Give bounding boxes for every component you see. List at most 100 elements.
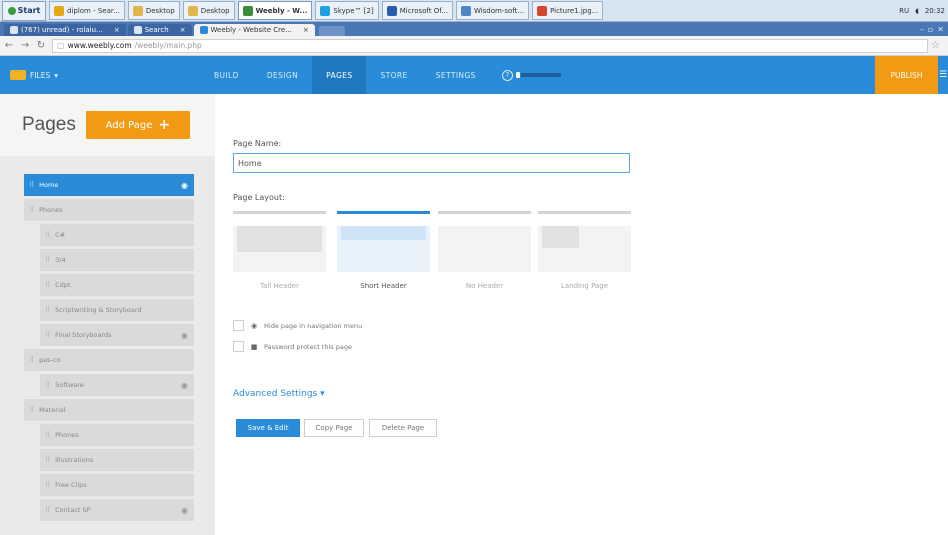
clock[interactable]: 20:32 bbox=[925, 7, 945, 15]
page-list-item[interactable]: ⠿ Free Clips bbox=[40, 474, 194, 496]
drag-handle-icon[interactable]: ⠿ bbox=[45, 281, 50, 289]
page-settings-icon[interactable]: ◉ bbox=[181, 331, 188, 340]
tab-store[interactable]: STORE bbox=[366, 56, 421, 94]
page-settings-icon[interactable]: ◉ bbox=[181, 381, 188, 390]
url-input[interactable]: ▢ www.weebly.com/weebly/main.php bbox=[52, 38, 928, 53]
page-list-item[interactable]: ⠿ pas-co bbox=[24, 349, 194, 371]
drag-handle-icon[interactable]: ⠿ bbox=[45, 481, 50, 489]
tab-design[interactable]: DESIGN bbox=[253, 56, 312, 94]
page-list-item[interactable]: ⠿ Final Storyboards ◉ bbox=[40, 324, 194, 346]
drag-handle-icon[interactable]: ⠿ bbox=[45, 231, 50, 239]
forward-arrow-icon[interactable]: → bbox=[20, 40, 30, 51]
tab-pages[interactable]: PAGES bbox=[312, 56, 367, 94]
drag-handle-icon[interactable]: ⠿ bbox=[29, 356, 34, 364]
browser-tab[interactable]: (767) unread) - rolaiu... × bbox=[4, 24, 126, 36]
page-list-item[interactable]: ⠿ Scriptwriting & Storyboard bbox=[40, 299, 194, 321]
favicon-icon bbox=[10, 26, 18, 34]
drag-handle-icon[interactable]: ⠿ bbox=[45, 431, 50, 439]
hide-page-option[interactable]: ◉ Hide page in navigation menu bbox=[233, 320, 362, 331]
browser-tab[interactable]: Weebly - Website Cre... × bbox=[193, 24, 315, 36]
editor-nav-bar: FILES ▾ BUILD DESIGN PAGES STORE SETTINGS ? … bbox=[0, 56, 948, 94]
page-list-item-label: Contact SP bbox=[55, 506, 91, 514]
page-list-item[interactable]: ⠿ C# bbox=[40, 224, 194, 246]
page-list-item[interactable]: ⠿ Cdpt bbox=[40, 274, 194, 296]
layout-option-tall-header[interactable] bbox=[233, 211, 326, 274]
close-tab-icon[interactable]: × bbox=[303, 26, 309, 34]
layout-option-label: Tall Header bbox=[259, 282, 299, 290]
back-arrow-icon[interactable]: ← bbox=[4, 40, 14, 51]
drag-handle-icon[interactable]: ⠿ bbox=[45, 256, 50, 264]
help-icon[interactable]: ? bbox=[501, 69, 513, 81]
taskbar-item[interactable]: Desktop bbox=[127, 1, 180, 20]
close-window-icon[interactable]: ✕ bbox=[937, 25, 944, 34]
password-option[interactable]: ■ Password protect this page bbox=[233, 341, 352, 352]
reload-icon[interactable]: ↻ bbox=[36, 40, 46, 51]
add-page-button[interactable]: Add Page + bbox=[85, 111, 190, 139]
advanced-settings-link[interactable]: Advanced Settings ▾ bbox=[233, 389, 325, 399]
sidebar-header: Pages Add Page + bbox=[0, 94, 215, 156]
page-list-item[interactable]: ⠿ Phones bbox=[40, 424, 194, 446]
layout-option-short-header[interactable] bbox=[337, 211, 430, 274]
hamburger-menu-icon[interactable]: ☰ bbox=[938, 56, 948, 94]
browser-tab[interactable]: Search × bbox=[127, 24, 192, 36]
chevron-down-icon: ▾ bbox=[54, 70, 58, 80]
close-tab-icon[interactable]: × bbox=[114, 26, 120, 34]
layout-option-label: No Header bbox=[465, 282, 504, 290]
taskbar-item[interactable]: Picture1.jpg... bbox=[532, 1, 604, 20]
site-menu[interactable]: FILES ▾ bbox=[0, 70, 200, 80]
password-checkbox[interactable] bbox=[233, 341, 244, 352]
copy-page-button[interactable]: Copy Page bbox=[304, 419, 364, 437]
taskbar-item[interactable]: Microsoft Of... bbox=[381, 1, 453, 20]
drag-handle-icon[interactable]: ⠿ bbox=[29, 181, 34, 189]
layout-option-no-header[interactable] bbox=[438, 211, 531, 274]
maximize-icon[interactable]: ▫ bbox=[928, 25, 933, 34]
taskbar-item[interactable]: Desktop bbox=[182, 1, 235, 20]
drag-handle-icon[interactable]: ⠿ bbox=[45, 381, 50, 389]
chevron-down-icon: ▾ bbox=[320, 389, 325, 399]
plus-icon: + bbox=[158, 117, 171, 133]
page-list-item[interactable]: ⠿ Illustrations bbox=[40, 449, 194, 471]
browser-tab-bar: (767) unread) - rolaiu... × Search × Weebly … bbox=[0, 22, 948, 36]
start-label: Start bbox=[17, 6, 41, 15]
system-tray: RU ◖ 20:32 bbox=[899, 7, 945, 15]
taskbar-item-label: Desktop bbox=[200, 6, 230, 15]
tab-build[interactable]: BUILD bbox=[200, 56, 253, 94]
taskbar-item[interactable]: Wisdom-soft... bbox=[455, 1, 530, 20]
page-list-item[interactable]: ⠿ 3/4 bbox=[40, 249, 194, 271]
drag-handle-icon[interactable]: ⠿ bbox=[45, 456, 50, 464]
app-icon bbox=[242, 5, 253, 16]
page-list-item-label: Software bbox=[55, 381, 84, 389]
hide-page-checkbox[interactable] bbox=[233, 320, 244, 331]
new-tab-button[interactable] bbox=[318, 26, 345, 36]
page-list-item[interactable]: ⠿ Home ◉ bbox=[24, 174, 194, 196]
drag-handle-icon[interactable]: ⠿ bbox=[29, 206, 34, 214]
page-list-item[interactable]: ⠿ Contact SP ◉ bbox=[40, 499, 194, 521]
close-tab-icon[interactable]: × bbox=[180, 26, 186, 34]
volume-icon[interactable]: ◖ bbox=[915, 7, 919, 15]
drag-handle-icon[interactable]: ⠿ bbox=[29, 406, 34, 414]
browser-tab-label: Search bbox=[144, 26, 169, 34]
taskbar-item[interactable]: diplom - Sear... bbox=[49, 1, 125, 20]
page-settings-icon[interactable]: ◉ bbox=[181, 181, 188, 190]
publish-button[interactable]: PUBLISH bbox=[875, 56, 938, 94]
page-list-item[interactable]: ⠿ Software ◉ bbox=[40, 374, 194, 396]
page-name-input[interactable] bbox=[233, 153, 630, 173]
taskbar-item[interactable]: Skype™ [2] bbox=[315, 1, 379, 20]
minimize-icon[interactable]: – bbox=[920, 25, 924, 34]
drag-handle-icon[interactable]: ⠿ bbox=[45, 331, 50, 339]
taskbar-item-label: Picture1.jpg... bbox=[550, 6, 599, 15]
add-page-label: Add Page bbox=[105, 119, 153, 131]
drag-handle-icon[interactable]: ⠿ bbox=[45, 306, 50, 314]
tab-settings[interactable]: SETTINGS bbox=[422, 56, 490, 94]
taskbar-item[interactable]: Weebly - W... bbox=[237, 1, 313, 20]
bookmark-star-icon[interactable]: ☆ bbox=[931, 40, 940, 51]
page-list-item[interactable]: ⠿ Phones bbox=[24, 199, 194, 221]
page-settings-icon[interactable]: ◉ bbox=[181, 506, 188, 515]
layout-option-landing-page[interactable] bbox=[538, 211, 631, 274]
save-edit-button[interactable]: Save & Edit bbox=[236, 419, 300, 437]
delete-page-button[interactable]: Delete Page bbox=[369, 419, 437, 437]
language-indicator[interactable]: RU bbox=[899, 7, 909, 15]
page-list-item[interactable]: ⠿ Material bbox=[24, 399, 194, 421]
start-button[interactable]: Start bbox=[2, 0, 46, 21]
drag-handle-icon[interactable]: ⠿ bbox=[45, 506, 50, 514]
